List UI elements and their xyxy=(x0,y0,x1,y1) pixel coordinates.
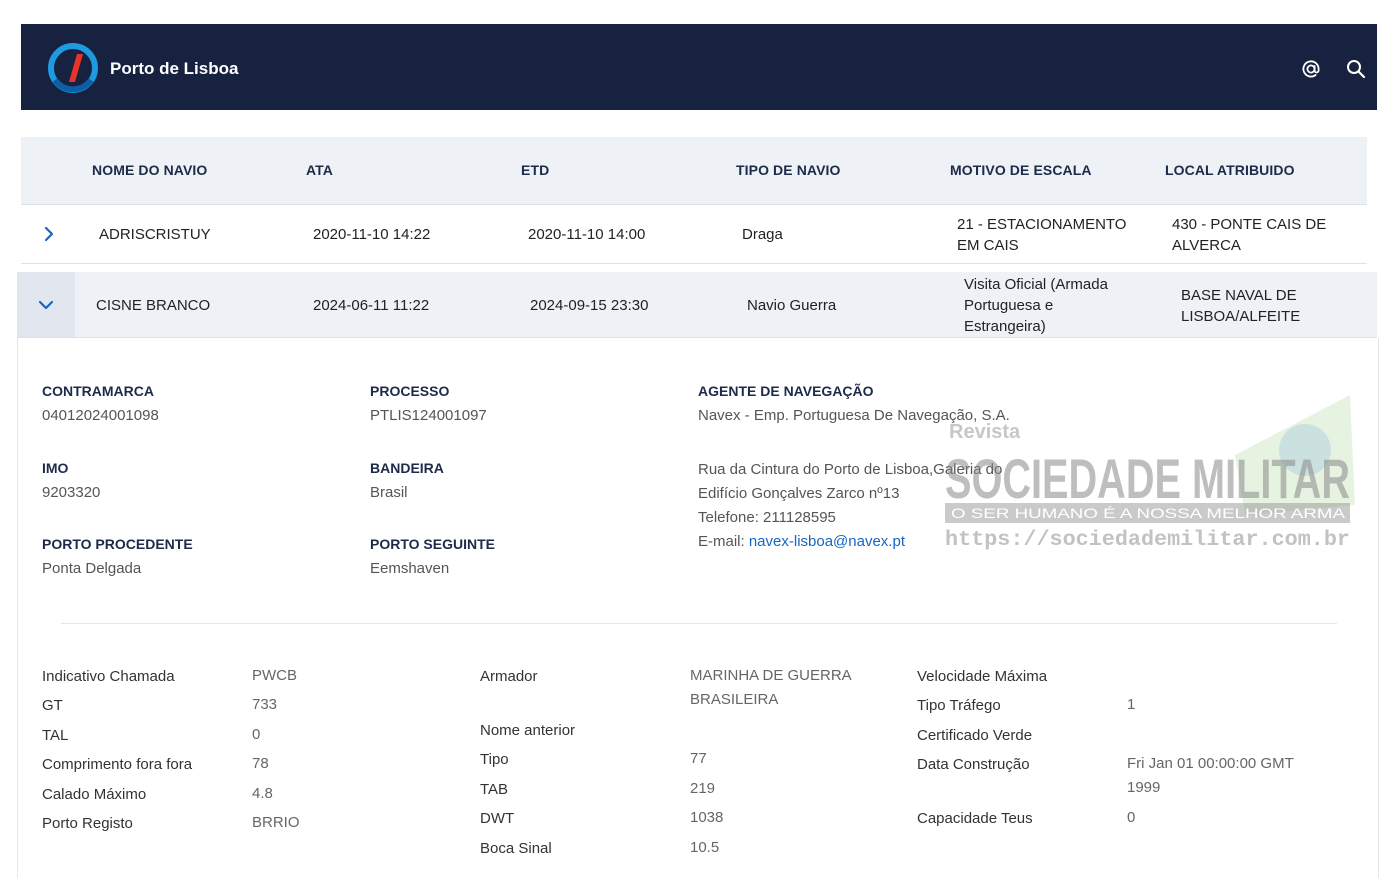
spec-key: Armador xyxy=(480,668,538,685)
porto-seguinte-label: PORTO SEGUINTE xyxy=(370,536,495,552)
spec-key: Velocidade Máxima xyxy=(917,668,1048,685)
vessel-name: ADRISCRISTUY xyxy=(99,226,211,243)
agente-email-link[interactable]: navex-lisboa@navex.pt xyxy=(749,533,905,550)
column-header-nome[interactable]: NOME DO NAVIO xyxy=(92,162,207,178)
porto-procedente-value: Ponta Delgada xyxy=(42,560,142,577)
spec-key: Data Construção xyxy=(917,756,1030,773)
watermark-line2: SOCIEDADE MILITAR xyxy=(945,447,1350,510)
spec-key: Certificado Verde xyxy=(917,727,1033,744)
table-row-expanded[interactable]: CISNE BRANCO 2024-06-11 11:22 2024-09-15… xyxy=(17,272,1377,338)
column-header-ata[interactable]: ATA xyxy=(306,162,333,178)
spec-value: 0 xyxy=(1127,809,1136,826)
spec-value: 219 xyxy=(690,780,716,797)
spec-value: 78 xyxy=(252,755,269,772)
vessel-etd: 2020-11-10 14:00 xyxy=(528,226,646,243)
spec-value: 1 xyxy=(1127,696,1136,713)
spec-key: Calado Máximo xyxy=(42,786,147,803)
chevron-down-icon[interactable] xyxy=(38,297,54,313)
column-header-local[interactable]: LOCAL ATRIBUIDO xyxy=(1165,162,1295,178)
watermark-line4: https://sociedademilitar.com.br xyxy=(945,529,1350,552)
spec-value: MARINHA DE GUERRA BRASILEIRA xyxy=(690,667,852,708)
table-header: NOME DO NAVIO ATA ETD TIPO DE NAVIO MOTI… xyxy=(21,137,1367,205)
imo-label: IMO xyxy=(42,460,69,476)
contramarca-label: CONTRAMARCA xyxy=(42,383,154,399)
table-row[interactable]: ADRISCRISTUY 2020-11-10 14:22 2020-11-10… xyxy=(21,205,1367,264)
porto-procedente-label: PORTO PROCEDENTE xyxy=(42,536,193,552)
contramarca-value: 04012024001098 xyxy=(42,407,159,424)
spec-value: 77 xyxy=(690,750,707,767)
row-toggle[interactable] xyxy=(17,272,75,337)
spec-key: Nome anterior xyxy=(480,722,576,739)
vessel-local: 430 - PONTE CAIS DE ALVERCA xyxy=(1172,216,1327,254)
processo-label: PROCESSO xyxy=(370,383,450,399)
bandeira-label: BANDEIRA xyxy=(370,460,444,476)
vessel-motivo: Visita Oficial (Armada Portuguesa e Estr… xyxy=(964,276,1108,335)
search-icon[interactable] xyxy=(1345,58,1367,80)
porto-seguinte-value: Eemshaven xyxy=(370,560,450,577)
watermark-line1: Revista xyxy=(949,421,1021,443)
spec-key: DWT xyxy=(480,810,515,827)
spec-key: GT xyxy=(42,697,63,714)
spec-value: 4.8 xyxy=(252,785,273,802)
spec-value: 733 xyxy=(252,696,278,713)
vessel-local: BASE NAVAL DE LISBOA/ALFEITE xyxy=(1181,287,1301,325)
watermark-line3: O SER HUMANO É A NOSSA MELHOR ARMA xyxy=(951,505,1346,521)
spec-value: BRRIO xyxy=(252,814,300,831)
agente-label: AGENTE DE NAVEGAÇÃO xyxy=(698,383,874,399)
porto-de-lisboa-logo xyxy=(48,43,98,93)
bandeira-value: Brasil xyxy=(370,484,408,501)
vessel-type: Draga xyxy=(742,226,783,243)
spec-value: 1038 xyxy=(690,809,724,826)
spec-value: Fri Jan 01 00:00:00 GMT 1999 xyxy=(1127,755,1294,796)
spec-key: Tipo xyxy=(480,751,509,768)
watermark-logo: Revista SOCIEDADE MILITAR O SER HUMANO É… xyxy=(945,395,1355,552)
vessel-ata: 2024-06-11 11:22 xyxy=(313,297,430,314)
at-icon[interactable] xyxy=(1300,58,1322,80)
spec-key: Porto Registo xyxy=(42,815,133,832)
vessel-ata: 2020-11-10 14:22 xyxy=(313,226,431,243)
spec-key: Tipo Tráfego xyxy=(917,697,1001,714)
chevron-right-icon[interactable] xyxy=(41,226,57,242)
imo-value: 9203320 xyxy=(42,484,101,501)
spec-value: PWCB xyxy=(252,667,297,684)
vessel-motivo: 21 - ESTACIONAMENTO EM CAIS xyxy=(957,216,1127,254)
spec-key: Boca Sinal xyxy=(480,840,552,857)
column-header-tipo[interactable]: TIPO DE NAVIO xyxy=(736,162,841,178)
column-header-etd[interactable]: ETD xyxy=(521,162,549,178)
vessel-name: CISNE BRANCO xyxy=(96,297,211,314)
spec-key: TAL xyxy=(42,727,69,744)
spec-key: Comprimento fora fora xyxy=(42,756,193,773)
spec-value: 10.5 xyxy=(690,839,720,856)
processo-value: PTLIS124001097 xyxy=(370,407,487,424)
section-divider xyxy=(61,623,1337,624)
vessel-etd: 2024-09-15 23:30 xyxy=(530,297,649,314)
vessel-type: Navio Guerra xyxy=(747,297,837,314)
app-title: Porto de Lisboa xyxy=(110,59,239,78)
top-app-bar: Porto de Lisboa xyxy=(21,24,1377,110)
column-header-motivo[interactable]: MOTIVO DE ESCALA xyxy=(950,162,1092,178)
spec-key: Capacidade Teus xyxy=(917,810,1033,827)
spec-key: TAB xyxy=(480,781,509,798)
spec-value: 0 xyxy=(252,726,261,743)
spec-key: Indicativo Chamada xyxy=(42,668,175,685)
